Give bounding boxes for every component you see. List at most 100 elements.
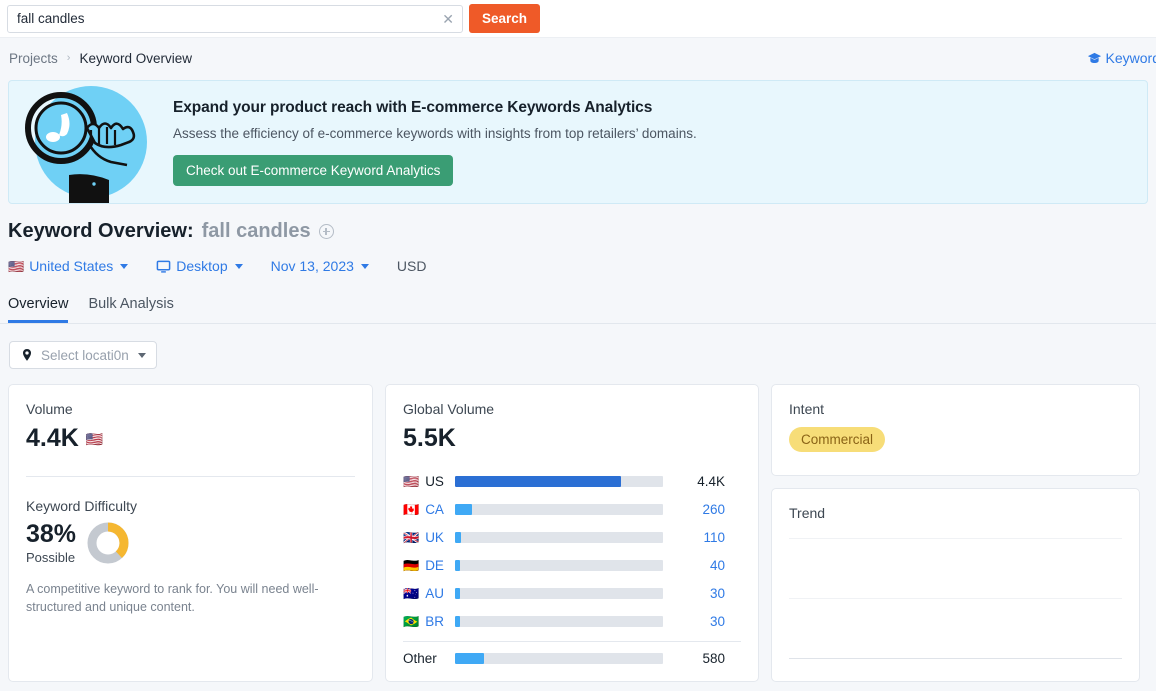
country-flag-icon: 🇦🇺: [403, 587, 419, 600]
breadcrumb-item-keyword-overview: Keyword Overview: [79, 51, 192, 66]
volume-bar-track: [455, 616, 663, 627]
page-title-keyword: fall candles: [202, 220, 311, 243]
promo-banner-subtitle: Assess the efficiency of e-commerce keyw…: [173, 126, 697, 141]
search-bar: ✕ Search: [0, 0, 1156, 38]
country-code-label: CA: [425, 502, 444, 517]
trend-bar-chart: [789, 539, 1122, 659]
volume-value: 4.4K: [26, 424, 79, 453]
country-code-label: UK: [425, 530, 444, 545]
page-header: Keyword Overview: fall candles 🇺🇸 United…: [0, 204, 1156, 274]
date-filter[interactable]: Nov 13, 2023: [271, 258, 369, 274]
global-volume-country-list: 🇺🇸US4.4K🇨🇦CA260🇬🇧UK110🇩🇪DE40🇦🇺AU30🇧🇷BR30…: [403, 467, 741, 672]
volume-bar-fill: [455, 532, 461, 543]
country-filter[interactable]: 🇺🇸 United States: [8, 258, 128, 274]
country-code-cell[interactable]: 🇩🇪 DE: [403, 558, 455, 573]
volume-bar-fill: [455, 476, 621, 487]
location-select-placeholder: Select locati0n: [41, 348, 129, 363]
country-code-cell[interactable]: 🇧🇷BR: [403, 614, 455, 629]
volume-value-cell: 110: [663, 530, 725, 545]
country-flag-icon: 🇺🇸: [403, 475, 419, 488]
keyword-difficulty-value: 38%: [26, 520, 76, 549]
chevron-down-icon: [361, 264, 369, 269]
right-column: Intent Commercial Trend: [771, 384, 1140, 682]
volume-bar-fill: [455, 504, 472, 515]
global-volume-separator: [403, 641, 741, 642]
page-title: Keyword Overview: fall candles: [8, 220, 1156, 243]
breadcrumb-item-projects[interactable]: Projects: [9, 51, 58, 66]
country-filter-label: United States: [29, 258, 113, 274]
global-volume-row: 🇧🇷BR30: [403, 607, 741, 635]
trend-bars: [789, 539, 1122, 658]
country-code-label: Other: [403, 651, 437, 666]
country-code-cell[interactable]: 🇦🇺AU: [403, 586, 455, 601]
clear-search-icon[interactable]: ✕: [442, 12, 454, 26]
breadcrumb-separator: ›: [67, 52, 71, 64]
card-divider: [26, 476, 355, 477]
currency-value: USD: [397, 258, 427, 274]
keyword-difficulty-label: Keyword Difficulty: [26, 498, 355, 514]
volume-country-flag-icon: 🇺🇸: [86, 432, 103, 446]
country-code-cell[interactable]: 🇺🇸 US: [403, 474, 455, 489]
page-title-prefix: Keyword Overview:: [8, 220, 194, 243]
trend-axis-line: [789, 658, 1122, 659]
volume-bar-track: [455, 504, 663, 515]
volume-value-cell: 40: [663, 558, 725, 573]
location-select-row: Select locati0n: [0, 324, 1156, 369]
promo-banner: Expand your product reach with E-commerc…: [8, 80, 1148, 204]
volume-value-cell: 30: [663, 586, 725, 601]
search-input[interactable]: [7, 5, 463, 33]
keyword-difficulty-description: A competitive keyword to rank for. You w…: [26, 580, 331, 616]
country-flag-icon: 🇬🇧: [403, 531, 419, 544]
country-flag-icon: 🇩🇪: [403, 559, 419, 572]
monitor-icon: [156, 259, 171, 274]
volume-bar-track: [455, 532, 663, 543]
intent-label: Intent: [789, 401, 1122, 417]
promo-banner-title: Expand your product reach with E-commerc…: [173, 99, 697, 117]
global-volume-row: 🇨🇦CA260: [403, 495, 741, 523]
country-code-cell: Other: [403, 651, 455, 666]
volume-label: Volume: [26, 401, 355, 417]
volume-card: Volume 4.4K 🇺🇸 Keyword Difficulty 38% Po…: [8, 384, 373, 682]
map-pin-icon: [20, 348, 34, 362]
tab-bar: Overview Bulk Analysis: [0, 293, 1156, 324]
volume-bar-fill: [455, 616, 460, 627]
keyword-difficulty-status: Possible: [26, 550, 76, 565]
add-keyword-icon[interactable]: [319, 224, 334, 239]
volume-bar-fill: [455, 560, 460, 571]
country-code-cell[interactable]: 🇬🇧 UK: [403, 530, 455, 545]
volume-bar-fill: [455, 653, 484, 664]
volume-bar-track: [455, 653, 663, 664]
currency-label: USD: [397, 258, 427, 274]
trend-card: Trend: [771, 488, 1140, 682]
volume-value-row: 4.4K 🇺🇸: [26, 424, 355, 453]
promo-banner-cta-button[interactable]: Check out E-commerce Keyword Analytics: [173, 155, 453, 186]
search-field-wrapper: ✕: [7, 5, 463, 33]
country-flag-icon: 🇨🇦: [403, 503, 419, 516]
volume-bar-track: [455, 588, 663, 599]
search-button[interactable]: Search: [469, 4, 540, 33]
magnifying-glass-illustration: [9, 80, 159, 204]
tab-bulk-analysis[interactable]: Bulk Analysis: [88, 296, 173, 323]
keyword-difficulty-row: 38% Possible: [26, 520, 355, 565]
country-code-label: US: [425, 474, 444, 489]
volume-bar-fill: [455, 588, 460, 599]
country-flag-icon: 🇧🇷: [403, 615, 419, 628]
keyword-help-link[interactable]: Keyword: [1087, 50, 1156, 66]
intent-badge[interactable]: Commercial: [789, 427, 885, 452]
global-volume-label: Global Volume: [403, 401, 741, 417]
filter-row: 🇺🇸 United States Desktop Nov 13, 2023 US…: [8, 258, 1156, 274]
device-filter[interactable]: Desktop: [156, 258, 242, 274]
country-code-cell[interactable]: 🇨🇦 CA: [403, 502, 455, 517]
location-select[interactable]: Select locati0n: [9, 341, 157, 369]
chevron-down-icon: [120, 264, 128, 269]
volume-bar-track: [455, 476, 663, 487]
breadcrumb: Projects › Keyword Overview Keyword: [0, 38, 1156, 78]
keyword-difficulty-donut-chart: [86, 521, 130, 565]
trend-label: Trend: [789, 505, 1122, 521]
chevron-down-icon: [138, 353, 146, 358]
volume-value-cell: 580: [663, 651, 725, 666]
tab-overview[interactable]: Overview: [8, 296, 68, 323]
country-code-label: DE: [425, 558, 444, 573]
us-flag-icon: 🇺🇸: [8, 260, 24, 273]
intent-card: Intent Commercial: [771, 384, 1140, 476]
